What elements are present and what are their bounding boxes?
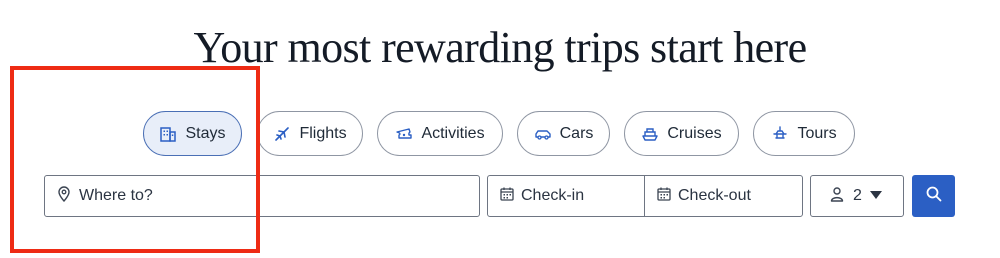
tab-stays-label: Stays	[185, 124, 226, 142]
search-button[interactable]	[912, 175, 955, 217]
tab-activities-label: Activities	[421, 124, 485, 142]
search-icon	[925, 185, 943, 208]
ticket-icon	[395, 125, 413, 143]
destination-placeholder: Where to?	[79, 187, 153, 204]
guests-count: 2	[853, 187, 862, 204]
tour-icon	[771, 125, 789, 143]
calendar-icon	[656, 186, 672, 207]
caret-down-icon	[869, 187, 882, 205]
location-pin-icon	[56, 185, 72, 208]
checkout-field[interactable]: Check-out	[645, 176, 802, 216]
calendar-icon	[499, 186, 515, 207]
destination-input[interactable]: Where to?	[44, 175, 480, 217]
person-icon	[829, 185, 845, 208]
building-icon	[159, 125, 177, 143]
tab-flights-label: Flights	[299, 124, 347, 142]
tab-tours-label: Tours	[797, 124, 837, 142]
car-icon	[534, 125, 552, 143]
tab-cars-label: Cars	[559, 124, 594, 142]
tab-cars[interactable]: Cars	[517, 111, 610, 156]
checkin-placeholder: Check-in	[521, 187, 585, 204]
date-range-field: Check-in Check-out	[487, 175, 803, 217]
tab-tours[interactable]: Tours	[753, 111, 855, 156]
airplane-icon	[273, 125, 291, 143]
checkout-placeholder: Check-out	[678, 187, 751, 204]
checkin-field[interactable]: Check-in	[488, 176, 645, 216]
page-headline: Your most rewarding trips start here	[193, 23, 807, 72]
ship-icon	[641, 125, 659, 143]
tab-activities[interactable]: Activities	[377, 111, 503, 156]
guests-selector[interactable]: 2	[810, 175, 904, 217]
tab-cruises[interactable]: Cruises	[624, 111, 739, 156]
tab-flights[interactable]: Flights	[257, 111, 363, 156]
annotation-highlight-box	[10, 66, 260, 253]
tab-stays[interactable]: Stays	[143, 111, 242, 156]
tab-cruises-label: Cruises	[667, 124, 722, 142]
